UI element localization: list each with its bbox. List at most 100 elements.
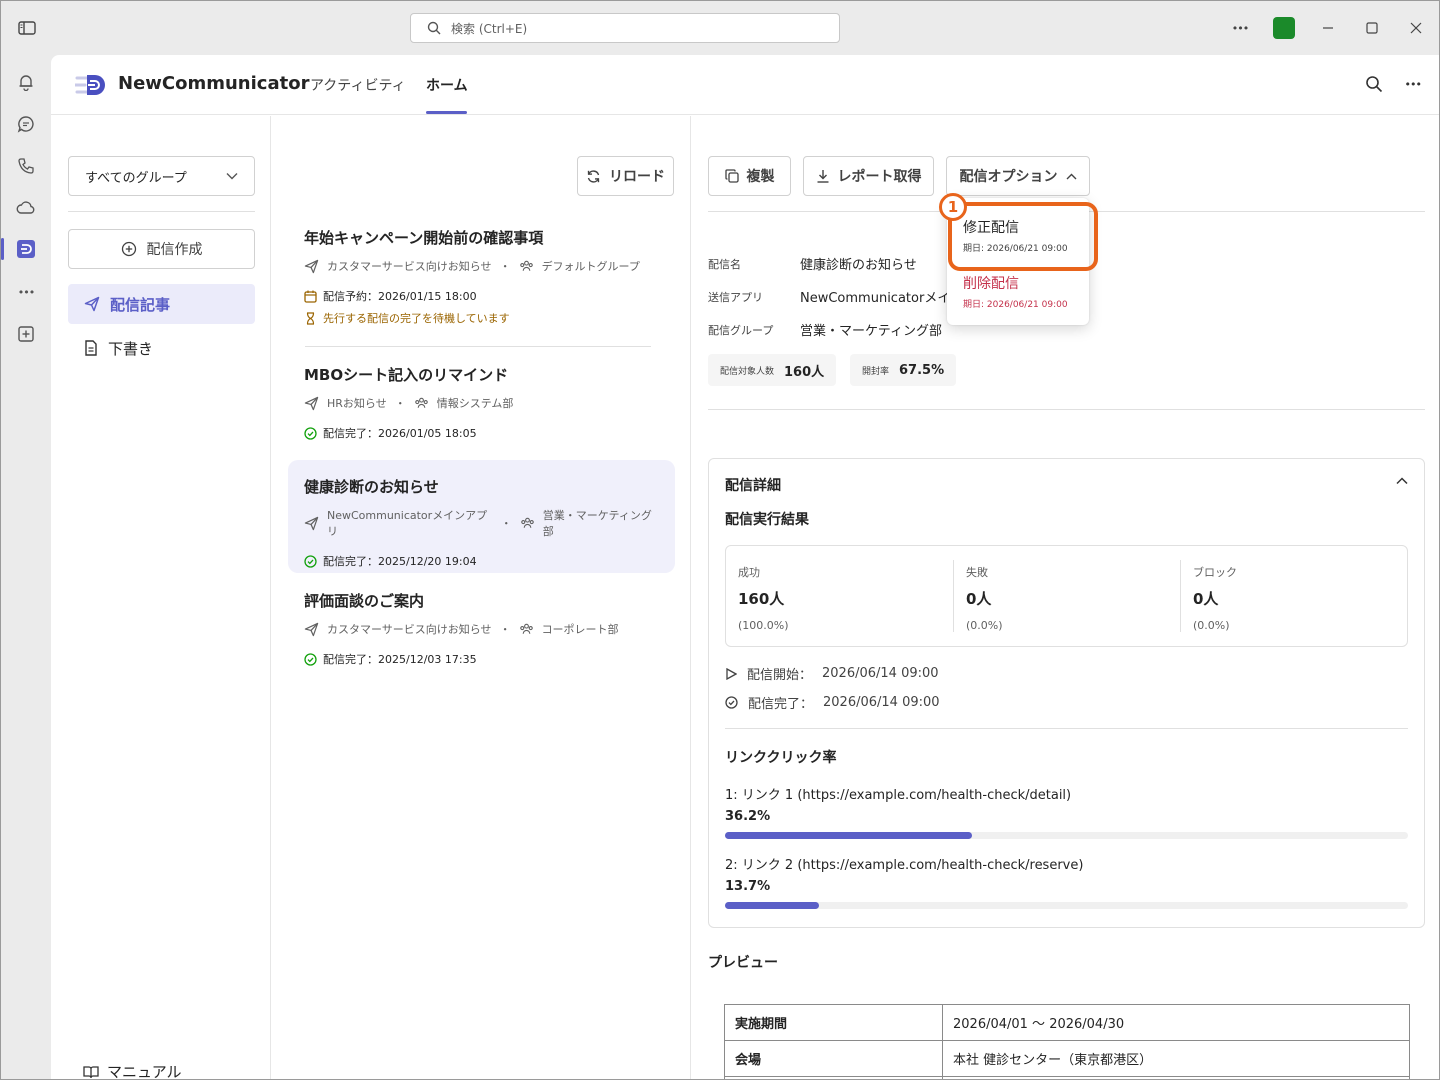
link-rate: 13.7% xyxy=(725,879,771,894)
post-app: HRお知らせ xyxy=(327,397,387,410)
check-circle-icon xyxy=(304,426,317,440)
table-value xyxy=(942,1076,1410,1079)
post-title: 評価面談のご案内 xyxy=(304,592,425,610)
create-delivery-label: 配信作成 xyxy=(146,242,203,258)
link-rate-bar xyxy=(725,832,1408,839)
link-rate: 36.2% xyxy=(725,809,771,824)
end-label: 配信完了： xyxy=(748,697,814,712)
delivery-options-label: 配信オプション xyxy=(959,169,1058,185)
target-count-badge: 配信対象人数 160人 xyxy=(708,354,837,386)
hourglass-icon xyxy=(304,311,317,325)
more-options-icon[interactable]: ••• xyxy=(1229,17,1251,39)
global-search-input[interactable]: 検索 (Ctrl+E) xyxy=(410,13,840,43)
table-key: 会場 xyxy=(724,1040,943,1077)
reload-button[interactable]: リロード xyxy=(577,156,674,196)
app-name: NewCommunicator xyxy=(118,73,310,94)
list-item[interactable]: 年始キャンペーン開始前の確認事項 カスタマーサービス向けお知らせ ・ デフォルト… xyxy=(288,215,675,340)
preview-table: 実施期間 2026/04/01 〜 2026/04/30 会場 本社 健診センタ… xyxy=(724,1004,1410,1079)
sidebar-item-drafts[interactable]: 下書き xyxy=(68,328,255,368)
stat-failure: 失敗 0人 (0.0%) xyxy=(954,546,1181,646)
delivery-options-button[interactable]: 配信オプション xyxy=(946,156,1090,196)
annotation-marker: 1 xyxy=(939,193,967,221)
open-rate-value: 67.5% xyxy=(899,362,945,378)
meta-separator: ・ xyxy=(394,397,406,410)
table-row xyxy=(724,1076,1410,1079)
stat-label: 成功 xyxy=(738,566,760,579)
post-status: 配信完了：2025/12/20 19:04 xyxy=(323,555,477,568)
more-options-icon[interactable]: ••• xyxy=(1405,78,1422,91)
link-label: 1: リンク 1 (https://example.com/health-che… xyxy=(725,788,1072,803)
bell-icon[interactable] xyxy=(14,70,38,94)
tab-activity[interactable]: アクティビティ xyxy=(310,75,406,95)
sidebar: すべてのグループ 配信作成 配信記事 下書き マニュアル xyxy=(51,116,271,1080)
meta-separator: ・ xyxy=(500,517,512,530)
link-rate-title: リンククリック率 xyxy=(725,750,837,766)
report-button[interactable]: レポート取得 xyxy=(803,156,934,196)
add-app-icon[interactable] xyxy=(14,322,38,346)
duplicate-button[interactable]: 複製 xyxy=(708,156,791,196)
search-icon[interactable] xyxy=(1365,75,1383,93)
search-icon xyxy=(427,21,441,35)
download-icon xyxy=(816,169,830,183)
stat-value: 160人 xyxy=(738,590,785,608)
field-label: 配信名 xyxy=(708,258,741,271)
maximize-icon[interactable] xyxy=(1361,17,1383,39)
reload-label: リロード xyxy=(609,169,665,185)
sidebar-item-posts[interactable]: 配信記事 xyxy=(68,284,255,324)
newcommunicator-app-icon[interactable] xyxy=(14,237,38,261)
chevron-down-icon xyxy=(226,172,238,180)
app-header: NewCommunicator アクティビティ ホーム ••• xyxy=(51,55,1439,115)
delete-delivery-menu-item[interactable]: 削除配信 期日: 2026/06/21 09:00 xyxy=(963,273,1068,310)
post-title: MBOシート記入のリマインド xyxy=(304,366,509,384)
post-group: 営業・マーケティング部 xyxy=(542,509,652,538)
post-warning: 先行する配信の完了を待機しています xyxy=(323,312,510,325)
chevron-up-icon xyxy=(1066,173,1077,180)
tab-home[interactable]: ホーム xyxy=(426,75,468,95)
cloud-icon[interactable] xyxy=(14,196,38,220)
send-icon xyxy=(304,516,319,531)
avatar[interactable] xyxy=(1273,17,1295,39)
link-rate-bar xyxy=(725,902,1408,909)
people-icon xyxy=(414,396,429,410)
list-item[interactable]: MBOシート記入のリマインド HRお知らせ ・ 情報システム部 配信完了：202… xyxy=(288,352,675,452)
sidebar-toggle-icon[interactable] xyxy=(15,17,39,39)
play-icon xyxy=(725,667,737,680)
stat-percent: (0.0%) xyxy=(966,619,1003,632)
search-placeholder: 検索 (Ctrl+E) xyxy=(451,21,528,36)
app-window: 検索 (Ctrl+E) ••• ••• NewCommunicator アクティ… xyxy=(0,0,1440,1080)
divider xyxy=(708,409,1425,410)
post-title: 健康診断のお知らせ xyxy=(304,478,439,496)
post-status: 配信予約：2026/01/15 18:00 xyxy=(323,290,477,303)
list-item[interactable]: 評価面談のご案内 カスタマーサービス向けお知らせ ・ コーポレート部 配信完了：… xyxy=(288,578,675,678)
post-status: 配信完了：2025/12/03 17:35 xyxy=(323,653,477,666)
annotation-highlight xyxy=(948,202,1098,271)
target-count-value: 160人 xyxy=(784,364,825,380)
check-badge-icon xyxy=(725,696,738,709)
manual-link[interactable]: マニュアル xyxy=(83,1061,182,1080)
stat-label: ブロック xyxy=(1193,566,1237,579)
more-apps-icon[interactable]: ••• xyxy=(14,280,38,304)
duplicate-label: 複製 xyxy=(746,169,775,185)
list-item[interactable]: 健康診断のお知らせ NewCommunicatorメインアプリ ・ 営業・マーケ… xyxy=(288,460,675,573)
menu-item-deadline: 期日: 2026/06/21 09:00 xyxy=(963,300,1068,310)
delivery-end-row: 配信完了： 2026/06/14 09:00 xyxy=(725,693,940,712)
post-group: 情報システム部 xyxy=(436,397,514,410)
open-rate-label: 開封率 xyxy=(862,366,890,377)
group-select[interactable]: すべてのグループ xyxy=(68,156,255,196)
chat-icon[interactable] xyxy=(14,112,38,136)
post-title: 年始キャンペーン開始前の確認事項 xyxy=(304,229,544,247)
book-icon xyxy=(83,1065,99,1079)
minimize-icon[interactable] xyxy=(1317,17,1339,39)
field-value: 営業・マーケティング部 xyxy=(800,324,942,339)
create-delivery-button[interactable]: 配信作成 xyxy=(68,229,255,269)
delivery-detail-card: 配信詳細 配信実行結果 成功 160人 (100.0%) 失敗 0人 (0.0%… xyxy=(708,458,1425,928)
manual-label: マニュアル xyxy=(107,1063,182,1080)
close-icon[interactable] xyxy=(1405,17,1427,39)
delivery-start-row: 配信開始： 2026/06/14 09:00 xyxy=(725,664,939,683)
divider xyxy=(68,211,255,212)
stat-success: 成功 160人 (100.0%) xyxy=(726,546,953,646)
post-group: コーポレート部 xyxy=(541,623,619,636)
chevron-up-icon[interactable] xyxy=(1396,477,1408,485)
title-bar: 検索 (Ctrl+E) ••• xyxy=(1,1,1439,55)
phone-icon[interactable] xyxy=(14,154,38,178)
